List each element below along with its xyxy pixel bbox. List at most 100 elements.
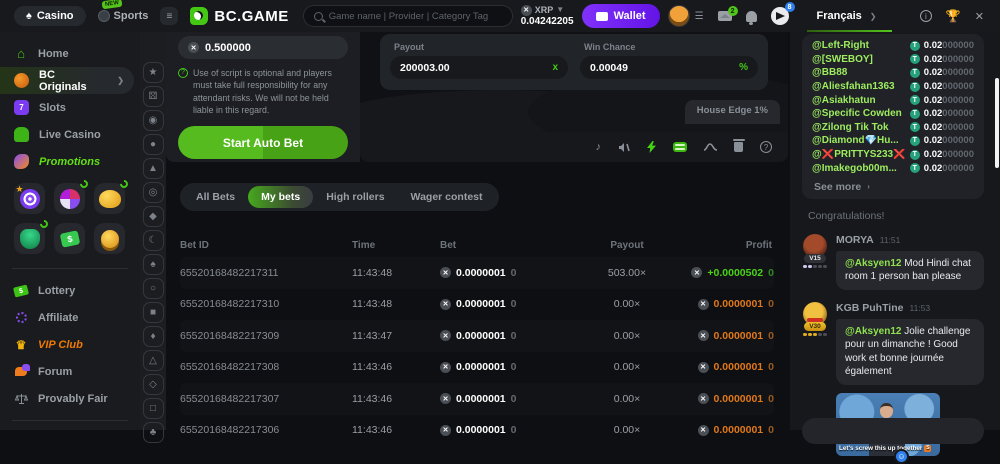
tab-all-bets[interactable]: All Bets — [183, 186, 248, 208]
table-row[interactable]: 65520168482217306 11:43:46 ✕0.00000010 0… — [180, 415, 774, 447]
table-row[interactable]: 65520168482217310 11:43:48 ✕0.00000010 0… — [180, 289, 774, 321]
start-auto-bet-button[interactable]: Start Auto Bet — [178, 126, 348, 159]
payout-field[interactable]: x — [390, 56, 568, 79]
payout-label: Payout — [394, 42, 568, 52]
live-stats-icon[interactable] — [704, 142, 717, 152]
sidebar-item-bc-originals[interactable]: BC Originals ❯ — [0, 67, 134, 94]
cap-icon[interactable]: ♣ — [143, 422, 164, 443]
wallet-button[interactable]: Wallet — [582, 4, 660, 28]
table-row[interactable]: 65520168482217309 11:43:47 ✕0.00000010 0… — [180, 320, 774, 352]
crab-icon[interactable]: ♠ — [143, 254, 164, 275]
clear-data-icon[interactable] — [734, 142, 743, 152]
winner-name[interactable]: @❌PRITTYS233❌ — [812, 149, 910, 160]
chat-language-tab[interactable]: Français ❯ — [811, 0, 883, 32]
winner-name[interactable]: @Left-Right — [812, 40, 910, 51]
sidebar-item-slots[interactable]: 7 Slots — [0, 94, 140, 121]
crash-comet-icon[interactable]: ★ — [143, 62, 164, 83]
bet-time: 11:43:48 — [328, 267, 414, 279]
limbo-target-icon[interactable]: ◎ — [143, 182, 164, 203]
sidebar-label-home: Home — [38, 48, 69, 60]
tab-wager-contest[interactable]: Wager contest — [398, 186, 496, 208]
table-row[interactable]: 65520168482217311 11:43:48 ✕0.00000010 5… — [180, 257, 774, 289]
turbo-bet-icon[interactable] — [647, 141, 656, 153]
game-search[interactable] — [303, 5, 513, 27]
tab-high-rollers[interactable]: High rollers — [313, 186, 397, 208]
wheel-icon[interactable]: ☾ — [143, 230, 164, 251]
mention-link[interactable]: @Aksyen12 — [845, 258, 901, 269]
hotkeys-icon[interactable] — [673, 142, 687, 152]
crypto-box-icon[interactable]: ◉ — [143, 110, 164, 131]
chat-username[interactable]: MORYA — [836, 234, 874, 246]
chat-toggle-button[interactable]: 8 — [771, 7, 789, 25]
bet-amount: 0.0000001 — [456, 330, 506, 342]
winner-name[interactable]: @Zilong Tik Tok — [812, 122, 910, 133]
promo-tile-gold-coin[interactable] — [94, 223, 125, 254]
sound-icon[interactable] — [618, 142, 630, 153]
sidebar-item-promotions[interactable]: Promotions — [0, 148, 140, 175]
win-chance-field[interactable]: % — [580, 56, 758, 79]
eye-icon[interactable]: ◇ — [143, 374, 164, 395]
sidebar-item-live-casino[interactable]: Live Casino — [0, 121, 140, 148]
knife-icon[interactable]: △ — [143, 350, 164, 371]
tab-my-bets[interactable]: My bets — [248, 186, 313, 208]
sidebar-item-home[interactable]: ⌂ Home — [0, 40, 140, 67]
table-row[interactable]: 65520168482217308 11:43:46 ✕0.00000010 0… — [180, 352, 774, 384]
sidebar-item-forum[interactable]: Forum — [0, 358, 140, 385]
table-row[interactable]: 65520168482217307 11:43:46 ✕0.00000010 0… — [180, 383, 774, 415]
planet-icon[interactable]: □ — [143, 398, 164, 419]
winner-name[interactable]: @Specific Cowden — [812, 108, 910, 119]
coins-icon[interactable]: ◆ — [143, 206, 164, 227]
payout-input[interactable] — [400, 62, 552, 74]
promo-tile-lucky-spin[interactable] — [14, 183, 45, 214]
chat-rules-info-icon[interactable]: i — [920, 10, 932, 22]
user-avatar[interactable] — [668, 5, 690, 27]
emoji-react-button[interactable]: ☺ — [894, 449, 909, 464]
winner-name[interactable]: @BB88 — [812, 67, 910, 78]
music-icon[interactable]: ♪ — [596, 141, 602, 153]
mention-link[interactable]: @Aksyen12 — [845, 326, 901, 337]
mines-bomb-icon[interactable]: ● — [143, 134, 164, 155]
see-more-button[interactable]: See more › — [812, 175, 974, 195]
notifications-button[interactable] — [746, 11, 757, 22]
trophy-icon[interactable]: 🏆 — [946, 9, 961, 23]
bet-amount-field[interactable]: ✕ 0.500000 — [178, 36, 348, 59]
bet-payout: 0.00× — [572, 361, 682, 373]
winner-name[interactable]: @Aliesfahan1363 — [812, 81, 910, 92]
menu-toggle-button[interactable]: ≡ — [160, 7, 178, 25]
chat-bubble: @Aksyen12 Jolie challenge pour un dimanc… — [836, 319, 984, 385]
winner-name[interactable]: @Diamond💎Hu... — [812, 135, 910, 146]
balance-selector[interactable]: ✕ XRP ▼ 0.04242205 — [521, 5, 574, 27]
win-chance-input[interactable] — [590, 62, 739, 74]
close-chat-icon[interactable]: ✕ — [975, 10, 984, 23]
sidebar-item-vip-club[interactable]: ♛ VIP Club — [0, 331, 140, 358]
bc-originals-icon — [14, 73, 29, 88]
classic-dice-icon[interactable]: ⚄ — [143, 86, 164, 107]
chat-scrollbar[interactable] — [995, 78, 999, 168]
sidebar-item-affiliate[interactable]: Affiliate — [0, 304, 140, 331]
promo-tile-piggy-bank[interactable] — [94, 183, 125, 214]
winner-name[interactable]: @Imakegob00m... — [812, 163, 910, 174]
casino-nav-button[interactable]: ♠ Casino — [14, 6, 86, 26]
help-icon[interactable]: ? — [760, 141, 772, 153]
promo-tile-plant[interactable] — [14, 223, 45, 254]
search-input[interactable] — [329, 11, 502, 22]
winner-name[interactable]: @Asiakhatun — [812, 95, 910, 106]
promo-tile-fortune-wheel[interactable] — [54, 183, 85, 214]
xrp-coin-icon: ✕ — [698, 330, 709, 341]
chat-input[interactable] — [802, 418, 984, 444]
bet-slip-icon[interactable]: ☰ — [695, 11, 704, 22]
sidebar-label-vip-club: VIP Club — [38, 339, 83, 351]
grenade-icon[interactable]: ♦ — [143, 326, 164, 347]
sidebar-item-lottery[interactable]: $ Lottery — [0, 277, 140, 304]
sports-nav-button[interactable]: NEW Sports — [92, 6, 155, 26]
wizard-hat-icon[interactable]: ▲ — [143, 158, 164, 179]
promo-tile-dollar-tag[interactable]: $ — [54, 223, 85, 254]
notify-dot — [118, 178, 129, 189]
bcgame-logo[interactable]: BC.GAME — [190, 7, 288, 25]
winner-name[interactable]: @[SWEBOY] — [812, 54, 910, 65]
chat-username[interactable]: KGB PuhTine — [836, 302, 903, 314]
top-hat-icon[interactable]: ■ — [143, 302, 164, 323]
plinko-ball-icon[interactable]: ○ — [143, 278, 164, 299]
inbox-button[interactable]: 2 — [718, 11, 732, 21]
sidebar-item-provably-fair[interactable]: Provably Fair — [0, 385, 140, 412]
